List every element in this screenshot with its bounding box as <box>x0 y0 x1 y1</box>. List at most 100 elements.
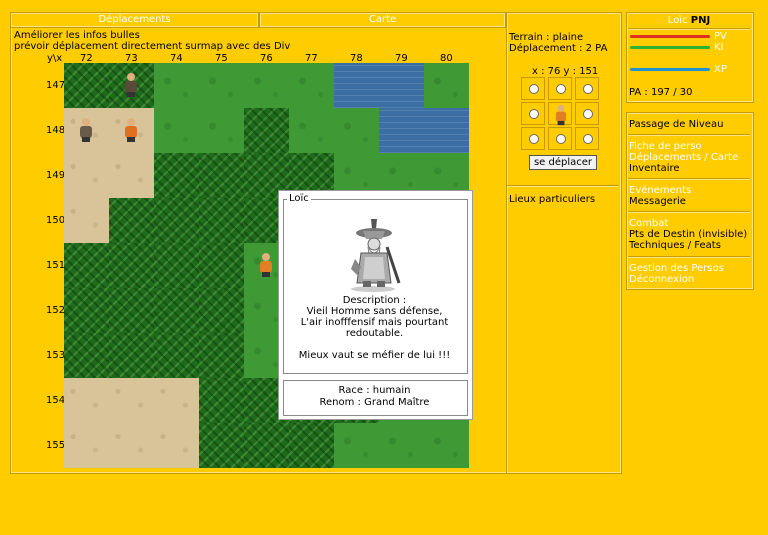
map-tile-forest[interactable] <box>109 198 154 243</box>
map-tile-forest[interactable] <box>289 423 334 468</box>
map-tile-forest[interactable] <box>154 243 199 288</box>
move-direction-cell[interactable] <box>521 127 545 150</box>
menu-deconnexion[interactable]: Déconnexion <box>629 274 694 285</box>
move-direction-cell[interactable] <box>521 77 545 100</box>
player-position-icon <box>555 104 567 126</box>
map-tile-forest[interactable] <box>199 378 244 423</box>
map-tile-plain[interactable] <box>244 63 289 108</box>
pa-label: PA : 197 / 30 <box>629 87 693 98</box>
menu-inventaire[interactable]: Inventaire <box>629 163 680 174</box>
map-tile-forest[interactable] <box>64 288 109 333</box>
map-tile-plain[interactable] <box>289 108 334 153</box>
stats-divider <box>628 28 750 29</box>
map-tile-plain[interactable] <box>154 63 199 108</box>
tab-deplacements[interactable]: Déplacements <box>10 12 259 28</box>
y-axis-label: 150 <box>46 215 66 226</box>
map-tile-plain[interactable] <box>199 108 244 153</box>
menu-passage-niveau[interactable]: Passage de Niveau <box>629 119 723 130</box>
map-tile-plain[interactable] <box>199 63 244 108</box>
move-direction-radio[interactable] <box>583 134 593 144</box>
map-tile-sand[interactable] <box>154 378 199 423</box>
character-name: Loïc <box>667 15 688 26</box>
tab-carte[interactable]: Carte <box>259 12 506 28</box>
map-tile-sand[interactable] <box>64 198 109 243</box>
map-tile-plain[interactable] <box>424 423 469 468</box>
menu-techniques[interactable]: Techniques / Feats <box>629 240 721 251</box>
map-tile-forest[interactable] <box>154 153 199 198</box>
menu-divider-1 <box>628 134 750 135</box>
npc-old-sprite[interactable] <box>124 73 138 97</box>
map-tile-plain[interactable] <box>334 423 379 468</box>
move-button[interactable]: se déplacer <box>529 155 597 170</box>
ki-label: KI <box>714 42 724 53</box>
y-axis-label: 151 <box>46 260 66 271</box>
menu-deplacements-carte[interactable]: Déplacements / Carte <box>629 152 738 163</box>
map-tile-forest[interactable] <box>154 288 199 333</box>
map-tile-water[interactable] <box>424 108 469 153</box>
move-direction-radio[interactable] <box>529 134 539 144</box>
menu-pts-destin[interactable]: Pts de Destin (invisible) <box>629 229 747 240</box>
map-tile-sand[interactable] <box>64 423 109 468</box>
move-direction-cell[interactable] <box>521 102 545 125</box>
map-tile-forest[interactable] <box>199 333 244 378</box>
menu-combat[interactable]: Combat <box>629 218 668 229</box>
map-tile-forest[interactable] <box>109 333 154 378</box>
map-tile-plain[interactable] <box>154 108 199 153</box>
popup-description-line-2: L'air inofffensif mais pourtant <box>300 317 449 328</box>
map-tile-forest[interactable] <box>154 333 199 378</box>
move-direction-cell[interactable] <box>575 127 599 150</box>
character-info-popup: Loïc Description : Vieil Homme sans défe… <box>278 190 473 420</box>
xp-bar <box>630 68 710 71</box>
map-tile-forest[interactable] <box>244 108 289 153</box>
move-direction-cell[interactable] <box>575 102 599 125</box>
map-tile-water[interactable] <box>379 63 424 108</box>
map-tile-forest[interactable] <box>154 198 199 243</box>
npc-bandit-sprite[interactable] <box>79 118 93 142</box>
menu-gestion-persos[interactable]: Gestion des Persos <box>629 263 724 274</box>
move-direction-radio[interactable] <box>583 109 593 119</box>
player-sprite[interactable] <box>259 253 273 277</box>
map-tile-sand[interactable] <box>154 423 199 468</box>
map-tile-water[interactable] <box>334 63 379 108</box>
map-tile-sand[interactable] <box>64 153 109 198</box>
map-tile-water[interactable] <box>379 108 424 153</box>
map-tile-forest[interactable] <box>109 243 154 288</box>
menu-divider-3 <box>628 211 750 212</box>
map-tile-sand[interactable] <box>109 423 154 468</box>
move-direction-radio[interactable] <box>529 84 539 94</box>
move-direction-radio[interactable] <box>556 134 566 144</box>
move-direction-cell[interactable] <box>548 127 572 150</box>
move-direction-cell[interactable] <box>575 77 599 100</box>
move-direction-radio[interactable] <box>556 84 566 94</box>
map-tile-forest[interactable] <box>199 288 244 333</box>
map-tile-plain[interactable] <box>424 63 469 108</box>
menu-fiche-perso[interactable]: Fiche de perso <box>629 141 702 152</box>
map-tile-sand[interactable] <box>109 153 154 198</box>
map-tile-forest[interactable] <box>199 243 244 288</box>
map-tile-forest[interactable] <box>199 153 244 198</box>
map-tile-forest[interactable] <box>109 288 154 333</box>
move-direction-radio[interactable] <box>583 84 593 94</box>
map-tile-plain[interactable] <box>379 423 424 468</box>
character-tag: PNJ <box>690 15 711 26</box>
map-tile-forest[interactable] <box>64 333 109 378</box>
map-tile-sand[interactable] <box>109 378 154 423</box>
xp-label: XP <box>714 64 727 75</box>
move-direction-cell[interactable] <box>548 77 572 100</box>
menu-messagerie[interactable]: Messagerie <box>629 196 686 207</box>
map-tile-forest[interactable] <box>244 423 289 468</box>
move-direction-radio[interactable] <box>529 109 539 119</box>
map-tile-plain[interactable] <box>334 108 379 153</box>
map-tile-forest[interactable] <box>199 423 244 468</box>
ki-bar <box>630 46 710 49</box>
y-axis-label: 147 <box>46 80 66 91</box>
map-tile-forest[interactable] <box>64 243 109 288</box>
map-tile-forest[interactable] <box>64 63 109 108</box>
popup-description-line-3: redoutable. <box>345 328 404 339</box>
map-tile-sand[interactable] <box>64 378 109 423</box>
map-tile-forest[interactable] <box>199 198 244 243</box>
menu-divider-4 <box>628 256 750 257</box>
npc-monk-sprite[interactable] <box>124 118 138 142</box>
map-tile-plain[interactable] <box>289 63 334 108</box>
menu-evenements[interactable]: Evénements <box>629 185 691 196</box>
